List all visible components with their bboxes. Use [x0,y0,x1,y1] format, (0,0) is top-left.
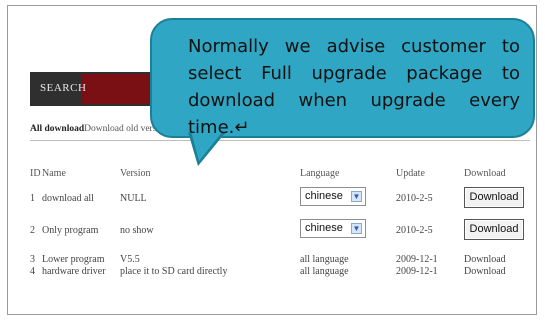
row-update: 2009-12-1 [396,266,438,277]
row-name: hardware driver [42,266,106,277]
chevron-down-icon: ▼ [351,223,362,234]
row-version: place it to SD card directly [120,266,228,277]
download-button[interactable]: Download [464,187,524,208]
tab-all-download[interactable]: All download [30,124,84,134]
callout-text: Normally we advise customer to select Fu… [188,36,520,138]
download-link[interactable]: Download [464,254,506,265]
download-link[interactable]: Download [464,266,506,277]
row-id: 1 [30,193,35,204]
search-label: SEARCH [40,82,87,94]
row-id: 4 [30,266,35,277]
row-version: V5.5 [120,254,140,265]
language-select-value: chinese [305,222,343,234]
row-name: download all [42,193,94,204]
header-language: Language [300,168,340,179]
row-update: 2009-12-1 [396,254,438,265]
header-id: ID [30,168,41,179]
language-select-value: chinese [305,190,343,202]
row-id: 2 [30,225,35,236]
download-tabs: All downloadDownload old version [30,124,169,134]
row-id: 3 [30,254,35,265]
header-update: Update [396,168,425,179]
header-name: Name [42,168,66,179]
row-language: all language [300,254,349,265]
header-download: Download [464,168,506,179]
row-update: 2010-2-5 [396,225,433,236]
row-version: NULL [120,193,147,204]
row-name: Lower program [42,254,105,265]
chevron-down-icon: ▼ [351,191,362,202]
language-select[interactable]: chinese ▼ [300,187,366,206]
row-update: 2010-2-5 [396,193,433,204]
header-version: Version [120,168,151,179]
row-name: Only program [42,225,99,236]
row-language: all language [300,266,349,277]
row-version: no show [120,225,154,236]
language-select[interactable]: chinese ▼ [300,219,366,238]
download-button[interactable]: Download [464,219,524,240]
